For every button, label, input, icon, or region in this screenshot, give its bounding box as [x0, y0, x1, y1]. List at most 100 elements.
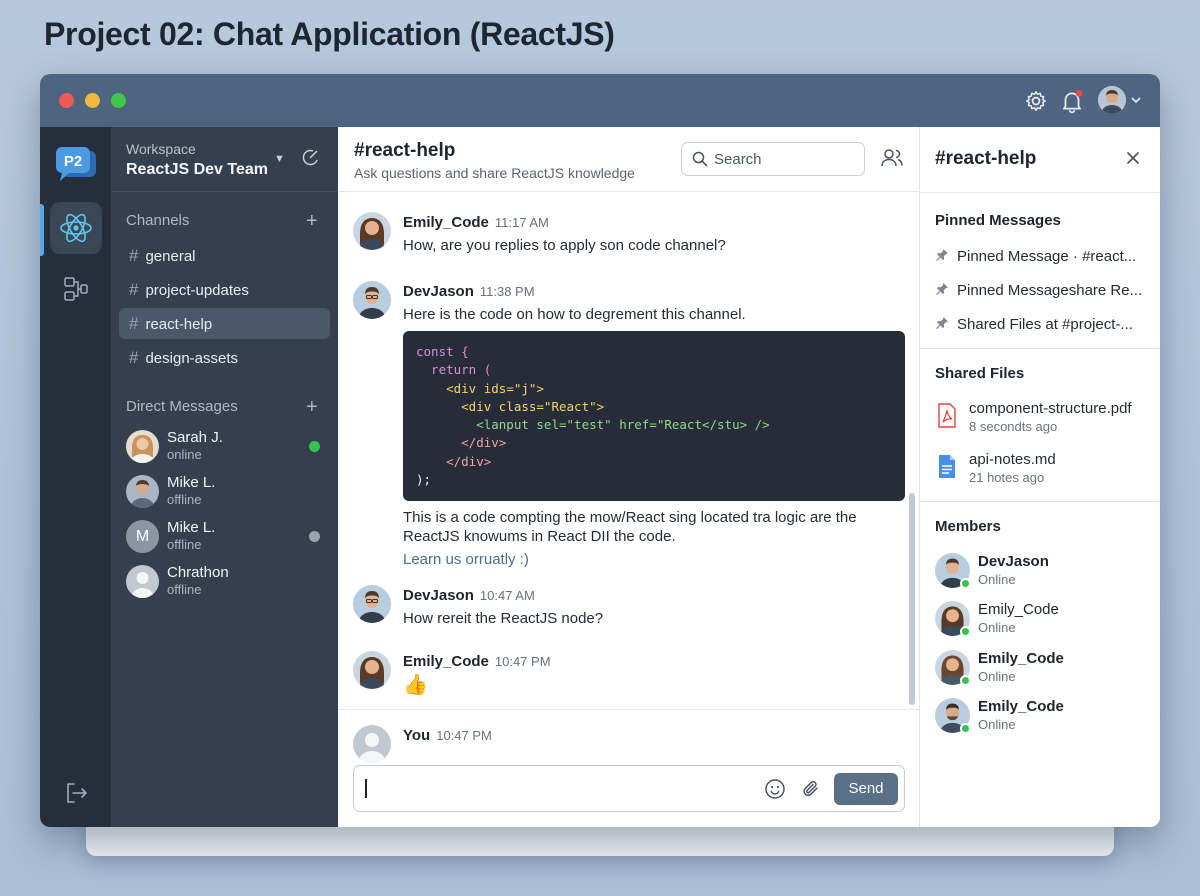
sidebar: Workspace ReactJS Dev Team ▼ Channels + …: [111, 127, 338, 827]
minimize-window-button[interactable]: [85, 93, 100, 108]
avatar: [126, 475, 159, 508]
message-time: 10:47 PM: [436, 728, 492, 743]
message-author: Emily_Code 10:47 PM: [403, 653, 551, 670]
member-item[interactable]: Emily_Code Online: [935, 648, 1150, 688]
panel-title: #react-help: [935, 148, 1037, 169]
dm-item-mike-1[interactable]: Mike L. offline: [126, 473, 326, 511]
avatar: [353, 725, 391, 763]
member-item[interactable]: Emily_Code Online: [935, 696, 1150, 736]
message-link[interactable]: Learn us orruatly :): [403, 551, 529, 568]
avatar: [353, 212, 391, 250]
message-text: How, are you replies to apply son code c…: [403, 237, 726, 254]
emoji-icon[interactable]: [764, 778, 786, 800]
message-author: DevJason 11:38 PM: [403, 283, 535, 300]
direct-messages-title: Direct Messages: [126, 398, 238, 415]
message-time: 10:47 AM: [479, 588, 535, 603]
channel-item-project-updates[interactable]: # project-updates: [119, 274, 330, 305]
scrollbar[interactable]: [909, 493, 915, 705]
pdf-file-icon: [938, 403, 956, 428]
panel-divider: [920, 348, 1160, 349]
bell-icon[interactable]: [1059, 88, 1085, 114]
avatar: [126, 565, 159, 598]
file-name: api-notes.md: [969, 451, 1056, 468]
maximize-window-button[interactable]: [111, 93, 126, 108]
member-name: Emily_Code: [978, 650, 1064, 667]
pin-icon: [936, 283, 948, 295]
dm-name: Sarah J.: [167, 429, 223, 446]
message-input[interactable]: [364, 776, 744, 800]
channel-label: design-assets: [145, 350, 239, 367]
file-meta: 21 hotes ago: [969, 470, 1045, 485]
hash-icon: #: [129, 348, 139, 367]
file-meta: 8 secondts ago: [969, 419, 1058, 434]
dm-item-chrathon[interactable]: Chrathon offline: [126, 563, 326, 601]
logout-icon[interactable]: [62, 779, 90, 807]
rail-active-indicator: [40, 204, 44, 256]
member-status: Online: [978, 620, 1016, 635]
message-text: Here is the code on how to degrement thi…: [403, 306, 746, 323]
send-button[interactable]: Send: [834, 773, 898, 805]
caret-down-icon[interactable]: ▼: [274, 153, 285, 165]
channel-label: general: [145, 248, 196, 265]
message-author: DevJason 10:47 AM: [403, 587, 535, 604]
react-icon: [60, 213, 92, 243]
dm-status: offline: [167, 492, 202, 507]
dm-item-mike-2[interactable]: M Mike L. offline: [126, 518, 326, 556]
paperclip-icon[interactable]: [800, 778, 822, 800]
channel-item-design-assets[interactable]: # design-assets: [119, 342, 330, 373]
message-time: 10:47 PM: [494, 654, 551, 669]
member-item[interactable]: DevJason Online: [935, 551, 1150, 591]
pinned-title: Pinned Messages: [935, 212, 1061, 229]
file-item[interactable]: component-structure.pdf 8 secondts ago: [935, 400, 1150, 440]
text-caret: [365, 779, 367, 798]
pinned-item[interactable]: Pinned Messageshare Re...: [935, 282, 1145, 299]
code-line: </div>: [416, 435, 507, 451]
pin-icon: [936, 249, 948, 261]
gear-icon[interactable]: [1023, 88, 1049, 114]
message-composer[interactable]: Send: [353, 765, 905, 812]
dm-name: Mike L.: [167, 519, 216, 536]
sidebar-divider: [111, 191, 338, 192]
channel-subtitle: Ask questions and share ReactJS knowledg…: [354, 165, 635, 181]
avatar: [353, 585, 391, 623]
search-box[interactable]: [681, 142, 865, 176]
hash-icon: #: [129, 314, 139, 333]
search-input[interactable]: [714, 149, 859, 169]
app-window: P2 Workspace ReactJS Dev Team ▼ Channels…: [40, 74, 1160, 827]
channel-item-general[interactable]: # general: [119, 240, 330, 271]
add-channel-button[interactable]: +: [306, 211, 318, 231]
message-time: 11:17 AM: [494, 215, 549, 230]
chevron-down-icon[interactable]: [1130, 94, 1142, 106]
workspace-name[interactable]: ReactJS Dev Team: [126, 161, 268, 179]
panel-divider: [920, 192, 1160, 193]
channel-label: project-updates: [145, 282, 249, 299]
file-tree-icon[interactable]: [62, 275, 90, 303]
file-item[interactable]: api-notes.md 21 hotes ago: [935, 451, 1150, 491]
dm-item-sarah[interactable]: Sarah J. online: [126, 428, 326, 466]
app-logo[interactable]: P2: [54, 145, 98, 185]
code-block: const { return ( <div ids="j"> <div clas…: [403, 331, 905, 501]
avatar: [353, 651, 391, 689]
pinned-item[interactable]: Pinned Message · #react...: [935, 248, 1145, 265]
user-avatar[interactable]: [1098, 86, 1126, 114]
channels-title: Channels: [126, 212, 190, 229]
message-author: You 10:47 PM: [403, 727, 492, 744]
compose-icon[interactable]: [301, 147, 321, 167]
member-name: Emily_Code: [978, 601, 1059, 618]
thumbs-up-emoji: 👍: [403, 674, 428, 696]
rail-item-react[interactable]: [50, 202, 102, 254]
pinned-item[interactable]: Shared Files at #project-...: [935, 316, 1145, 333]
channel-item-react-help[interactable]: # react-help: [119, 308, 330, 339]
composer-divider: [338, 709, 919, 710]
page-heading: Project 02: Chat Application (ReactJS): [44, 16, 615, 52]
file-name: component-structure.pdf: [969, 400, 1132, 417]
member-status: Online: [978, 572, 1016, 587]
member-item[interactable]: Emily_Code Online: [935, 599, 1150, 639]
close-icon[interactable]: [1126, 151, 1140, 165]
dm-status: offline: [167, 537, 202, 552]
add-dm-button[interactable]: +: [306, 397, 318, 417]
code-line: <lanput sel="test" href="React</stu> />: [416, 417, 770, 433]
members-icon[interactable]: [880, 146, 904, 170]
chat-header: #react-help Ask questions and share Reac…: [338, 127, 920, 192]
close-window-button[interactable]: [59, 93, 74, 108]
